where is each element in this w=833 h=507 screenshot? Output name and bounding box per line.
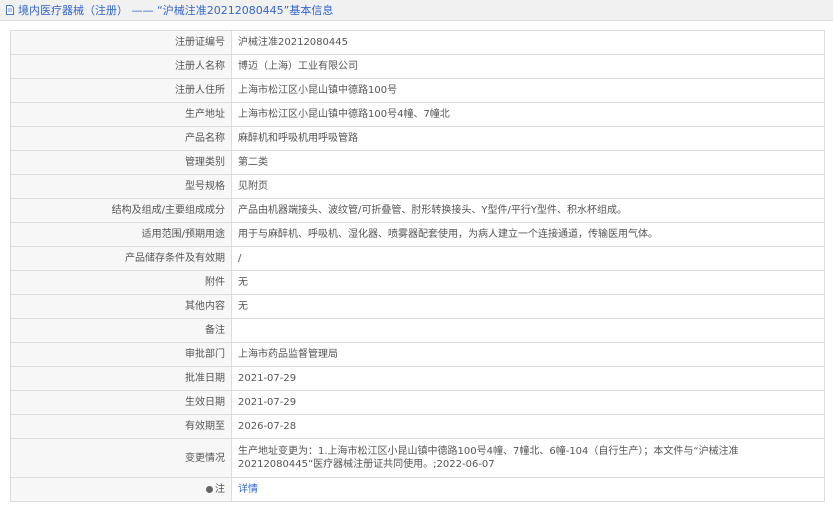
row-value: 上海市松江区小昆山镇中德路100号4幢、7幢北	[231, 102, 825, 127]
row-value: 上海市松江区小昆山镇中德路100号	[231, 78, 825, 103]
title-prefix: 境内医疗器械（注册）	[18, 4, 128, 17]
row-value: 用于与麻醉机、呼吸机、湿化器、喷雾器配套使用，为病人建立一个连接通道，传输医用气…	[231, 222, 825, 247]
document-icon	[6, 5, 14, 15]
row-value: 2021-07-29	[231, 390, 825, 415]
table-row: 附件 无	[10, 270, 825, 295]
table-row: 产品名称 麻醉机和呼吸机用呼吸管路	[10, 126, 825, 151]
table-row: 变更情况 生产地址变更为：1.上海市松江区小昆山镇中德路100号4幢、7幢北、6…	[10, 438, 825, 478]
row-label: 注册人名称	[10, 54, 232, 79]
row-label: 审批部门	[10, 342, 232, 367]
row-label: 适用范围/预期用途	[10, 222, 232, 247]
table-row: 备注	[10, 318, 825, 343]
row-label: 其他内容	[10, 294, 232, 319]
row-label: 管理类别	[10, 150, 232, 175]
row-value: 无	[231, 294, 825, 319]
table-row: 注册人名称 博迈（上海）工业有限公司	[10, 54, 825, 79]
row-value: 无	[231, 270, 825, 295]
table-row: 批准日期 2021-07-29	[10, 366, 825, 391]
table-row: 其他内容 无	[10, 294, 825, 319]
page-title: 境内医疗器械（注册） —— “沪械注准20212080445”基本信息	[18, 2, 333, 18]
row-label: 结构及组成/主要组成成分	[10, 198, 232, 223]
row-label: 注册人住所	[10, 78, 232, 103]
row-label: 产品名称	[10, 126, 232, 151]
row-value	[231, 318, 825, 343]
row-value: 生产地址变更为：1.上海市松江区小昆山镇中德路100号4幢、7幢北、6幢-104…	[231, 438, 825, 478]
details-link[interactable]: 详情	[238, 484, 258, 495]
row-label: 产品储存条件及有效期	[10, 246, 232, 271]
row-label: 备注	[10, 318, 232, 343]
note-dot-icon	[206, 486, 213, 493]
row-value: 产品由机器端接头、波纹管/可折叠管、肘形转换接头、Y型件/平行Y型件、积水杯组成…	[231, 198, 825, 223]
row-label: 变更情况	[10, 438, 232, 478]
note-value-cell: 详情	[231, 477, 825, 502]
table-row: 适用范围/预期用途 用于与麻醉机、呼吸机、湿化器、喷雾器配套使用，为病人建立一个…	[10, 222, 825, 247]
row-value: 上海市药品监督管理局	[231, 342, 825, 367]
note-label: 注	[215, 484, 225, 495]
row-label: 注册证编号	[10, 30, 232, 55]
table-row: 注册证编号 沪械注准20212080445	[10, 30, 825, 55]
title-suffix: “沪械注准20212080445”基本信息	[157, 4, 334, 17]
note-row: 注 详情	[10, 477, 825, 502]
table-row: 有效期至 2026-07-28	[10, 414, 825, 439]
row-label: 附件	[10, 270, 232, 295]
table-row: 注册人住所 上海市松江区小昆山镇中德路100号	[10, 78, 825, 103]
table-row: 结构及组成/主要组成成分 产品由机器端接头、波纹管/可折叠管、肘形转换接头、Y型…	[10, 198, 825, 223]
row-value: 2021-07-29	[231, 366, 825, 391]
row-value: 2026-07-28	[231, 414, 825, 439]
row-label: 批准日期	[10, 366, 232, 391]
table-row: 生效日期 2021-07-29	[10, 390, 825, 415]
row-label: 型号规格	[10, 174, 232, 199]
row-label: 生产地址	[10, 102, 232, 127]
row-label: 生效日期	[10, 390, 232, 415]
row-value: 见附页	[231, 174, 825, 199]
row-value: 麻醉机和呼吸机用呼吸管路	[231, 126, 825, 151]
title-separator: ——	[131, 4, 154, 17]
row-value: /	[231, 246, 825, 271]
page-header: 境内医疗器械（注册） —— “沪械注准20212080445”基本信息	[0, 0, 833, 21]
row-label: 有效期至	[10, 414, 232, 439]
table-row: 型号规格 见附页	[10, 174, 825, 199]
row-value: 第二类	[231, 150, 825, 175]
registration-info-table: 注册证编号 沪械注准20212080445 注册人名称 博迈（上海）工业有限公司…	[10, 30, 825, 502]
table-row: 审批部门 上海市药品监督管理局	[10, 342, 825, 367]
table-row: 产品储存条件及有效期 /	[10, 246, 825, 271]
table-row: 管理类别 第二类	[10, 150, 825, 175]
row-value: 博迈（上海）工业有限公司	[231, 54, 825, 79]
table-row: 生产地址 上海市松江区小昆山镇中德路100号4幢、7幢北	[10, 102, 825, 127]
note-label-cell: 注	[10, 477, 232, 502]
row-value: 沪械注准20212080445	[231, 30, 825, 55]
